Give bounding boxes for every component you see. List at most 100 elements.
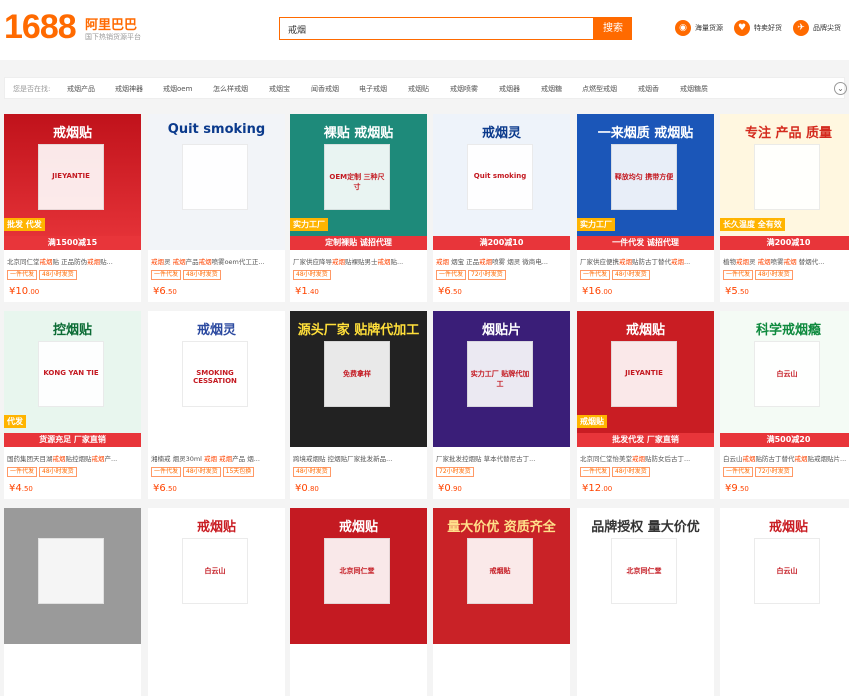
product-image[interactable]: 戒烟贴 白云山 <box>720 508 849 644</box>
service-tag: 48小时发货 <box>293 467 331 477</box>
related-search-item[interactable]: 戒烟糖质 <box>680 84 708 94</box>
service-tag: 一件代发 <box>580 270 611 280</box>
product-card[interactable]: 专注 产品 质量 满200减10 长久温度 全有效植物戒烟灵 戒烟喷雾戒烟 替烟代.… <box>720 114 849 302</box>
service-tag: 48小时发货 <box>39 270 77 280</box>
product-card[interactable]: 控烟贴 KONG YAN TIE 货源充足 厂家直销 代发国药集团天目湖戒烟贴控烟贴戒… <box>4 311 141 499</box>
image-headline: 控烟贴 <box>52 323 92 338</box>
product-title[interactable]: 国药集团天目湖戒烟贴控烟贴戒烟产... <box>7 453 138 463</box>
product-card[interactable]: 戒烟贴 JIEYANTIE 满1500减15 批发 代发 北京同仁堂戒烟贴 正品防伪戒烟… <box>4 114 141 302</box>
related-search-item[interactable]: 戒烟产品 <box>67 84 95 94</box>
image-subtext: JIEYANTIE <box>52 172 90 180</box>
product-card[interactable]: 戒烟贴 JIEYANTIE 批发代发 厂家直销 戒烟贴北京同仁堂怡美堂戒烟贴防女后古丁… <box>577 311 714 499</box>
search-input[interactable]: 戒烟 <box>279 17 594 40</box>
image-headline: 专注 产品 质量 <box>744 126 833 141</box>
related-search-item[interactable]: 戒烟香 <box>638 84 659 94</box>
product-image[interactable]: 一来烟质 戒烟贴 释放均匀 携带方便 一件代发 诚招代理 实力工厂 <box>577 114 714 250</box>
related-search-item[interactable]: 怎么样戒烟 <box>213 84 248 94</box>
related-search-item[interactable]: 戒烟oem <box>163 84 192 94</box>
service-tag: 72小时发货 <box>755 467 793 477</box>
image-subtext: Quit smoking <box>473 172 527 180</box>
product-title[interactable]: 北京同仁堂戒烟贴 正品防伪戒烟贴... <box>7 256 138 266</box>
related-search-item[interactable]: 戒烟器 <box>499 84 520 94</box>
product-card[interactable]: 量大价优 资质齐全 戒烟贴 <box>433 508 570 696</box>
header-link-tejia[interactable]: ♥ 特卖好货 <box>734 20 782 36</box>
related-search-item[interactable]: 戒烟糖 <box>541 84 562 94</box>
service-tag: 48小时发货 <box>39 467 77 477</box>
service-tags: 48小时发货 <box>293 270 331 280</box>
product-image[interactable]: 量大价优 资质齐全 戒烟贴 <box>433 508 570 644</box>
product-title[interactable]: 戒烟 烟宝 正品戒烟喷雾 烟灵 微商电... <box>436 256 567 266</box>
product-card[interactable]: 烟贴片 实力工厂 贴牌代加工 厂家批发控烟贴 草本代替尼古丁... 72小时发货 ¥0.… <box>433 311 570 499</box>
related-search-item[interactable]: 戒烟喷雾 <box>450 84 478 94</box>
product-title[interactable]: 湘楠戒 烟灵30ml 戒烟 戒烟产品 烟... <box>151 453 282 463</box>
header-link-haikuo[interactable]: ◉ 海量货源 <box>675 20 723 36</box>
product-image[interactable]: 戒烟贴 白云山 <box>148 508 285 644</box>
product-image[interactable]: 裸贴 戒烟贴 OEM定制 三种尺寸 定制裸贴 诚招代理 实力工厂 <box>290 114 427 250</box>
product-image[interactable]: 科学戒烟瘾 白云山 满500减20 <box>720 311 849 447</box>
service-tag: 一件代发 <box>151 270 182 280</box>
corner-label: 代发 <box>4 415 26 428</box>
expand-more-icon[interactable]: ⌄ <box>834 82 847 95</box>
search-button[interactable]: 搜索 <box>594 17 632 40</box>
product-card[interactable]: 一来烟质 戒烟贴 释放均匀 携带方便 一件代发 诚招代理 实力工厂 厂家供应便携戒烟贴防… <box>577 114 714 302</box>
product-image[interactable]: 控烟贴 KONG YAN TIE 货源充足 厂家直销 代发 <box>4 311 141 447</box>
service-tags: 72小时发货 <box>436 467 474 477</box>
product-card[interactable]: 戒烟贴 北京同仁堂 <box>290 508 427 696</box>
product-title[interactable]: 厂家批发控烟贴 草本代替尼古丁... <box>436 453 567 463</box>
product-image[interactable] <box>4 508 141 644</box>
product-image[interactable]: 戒烟贴 JIEYANTIE 满1500减15 批发 代发 <box>4 114 141 250</box>
product-image[interactable]: 戒烟贴 北京同仁堂 <box>290 508 427 644</box>
image-subtext: 释放均匀 携带方便 <box>614 173 674 181</box>
logo-number[interactable]: 1688 <box>4 8 77 47</box>
product-card[interactable]: 戒烟灵 Quit smoking 满200减10 戒烟 烟宝 正品戒烟喷雾 烟灵 微商… <box>433 114 570 302</box>
related-search-item[interactable]: 戒烟神器 <box>115 84 143 94</box>
product-image[interactable]: 专注 产品 质量 满200减10 长久温度 全有效 <box>720 114 849 250</box>
product-image[interactable]: 品牌授权 量大价优 北京同仁堂 <box>577 508 714 644</box>
product-image[interactable]: 源头厂家 贴牌代加工 免费拿样 <box>290 311 427 447</box>
header-link-pinpai[interactable]: ✈ 品牌尖货 <box>793 20 841 36</box>
image-headline: 科学戒烟瘾 <box>755 323 821 338</box>
product-card[interactable] <box>4 508 141 696</box>
image-headline: 一来烟质 戒烟贴 <box>597 126 694 141</box>
product-title[interactable]: 白云山戒烟贴防古丁替代戒烟贴戒烟贴片... <box>723 453 849 463</box>
product-title[interactable]: 戒烟灵 戒烟产品戒烟喷雾oem代工正... <box>151 256 282 266</box>
promo-badge: 满1500减15 <box>4 236 141 250</box>
product-image[interactable]: Quit smoking <box>148 114 285 250</box>
related-search-item[interactable]: 闻香戒烟 <box>311 84 339 94</box>
product-card[interactable]: 科学戒烟瘾 白云山 满500减20 白云山戒烟贴防古丁替代戒烟贴戒烟贴片... 一件代发… <box>720 311 849 499</box>
product-title[interactable]: 厂家供应降导戒烟贴裸贴男士戒烟贴... <box>293 256 424 266</box>
product-card[interactable]: 裸贴 戒烟贴 OEM定制 三种尺寸 定制裸贴 诚招代理 实力工厂厂家供应降导戒烟贴裸贴… <box>290 114 427 302</box>
related-search-item[interactable]: 点燃型戒烟 <box>582 84 617 94</box>
product-card[interactable]: 戒烟贴 白云山 <box>720 508 849 696</box>
product-title[interactable]: 北京同仁堂怡美堂戒烟贴防女后古丁... <box>580 453 711 463</box>
related-search-item[interactable]: 戒烟贴 <box>408 84 429 94</box>
service-tag: 15天包换 <box>222 467 255 477</box>
product-card[interactable]: 戒烟贴 白云山 <box>148 508 285 696</box>
logo-text[interactable]: 阿里巴巴 <box>85 14 137 33</box>
related-search-item[interactable]: 电子戒烟 <box>359 84 387 94</box>
product-image[interactable]: 戒烟贴 JIEYANTIE 批发代发 厂家直销 戒烟贴 <box>577 311 714 447</box>
service-tag: 一件代发 <box>7 467 38 477</box>
image-headline: 戒烟灵 <box>481 126 521 141</box>
related-search-item[interactable]: 戒烟宝 <box>269 84 290 94</box>
service-tag: 一件代发 <box>151 467 182 477</box>
product-image[interactable]: 戒烟灵 Quit smoking 满200减10 <box>433 114 570 250</box>
product-title[interactable]: 跨境戒烟贴 控烟贴厂家批发新品... <box>293 453 424 463</box>
service-tag: 一件代发 <box>7 270 38 280</box>
service-tags: 48小时发货 <box>293 467 331 477</box>
product-image[interactable]: 戒烟灵 SMOKING CESSATION <box>148 311 285 447</box>
product-card[interactable]: 品牌授权 量大价优 北京同仁堂 <box>577 508 714 696</box>
product-card[interactable]: Quit smoking 戒烟灵 戒烟产品戒烟喷雾oem代工正... 一件代发 48小… <box>148 114 285 302</box>
service-tag: 48小时发货 <box>293 270 331 280</box>
product-card[interactable]: 源头厂家 贴牌代加工 免费拿样 跨境戒烟贴 控烟贴厂家批发新品... 48小时发货 ¥0… <box>290 311 427 499</box>
image-headline: 量大价优 资质齐全 <box>447 520 556 535</box>
product-title[interactable]: 植物戒烟灵 戒烟喷雾戒烟 替烟代... <box>723 256 849 266</box>
service-tag: 一件代发 <box>723 467 754 477</box>
service-tags: 一件代发 48小时发货 <box>580 270 650 280</box>
product-price: ¥16.00 <box>582 286 613 297</box>
product-card[interactable]: 戒烟灵 SMOKING CESSATION 湘楠戒 烟灵30ml 戒烟 戒烟产品 烟… <box>148 311 285 499</box>
product-image[interactable]: 烟贴片 实力工厂 贴牌代加工 <box>433 311 570 447</box>
header-link-label: 特卖好货 <box>754 24 782 32</box>
product-title[interactable]: 厂家供应便携戒烟贴防古丁替代戒烟... <box>580 256 711 266</box>
product-price: ¥9.50 <box>725 483 749 494</box>
